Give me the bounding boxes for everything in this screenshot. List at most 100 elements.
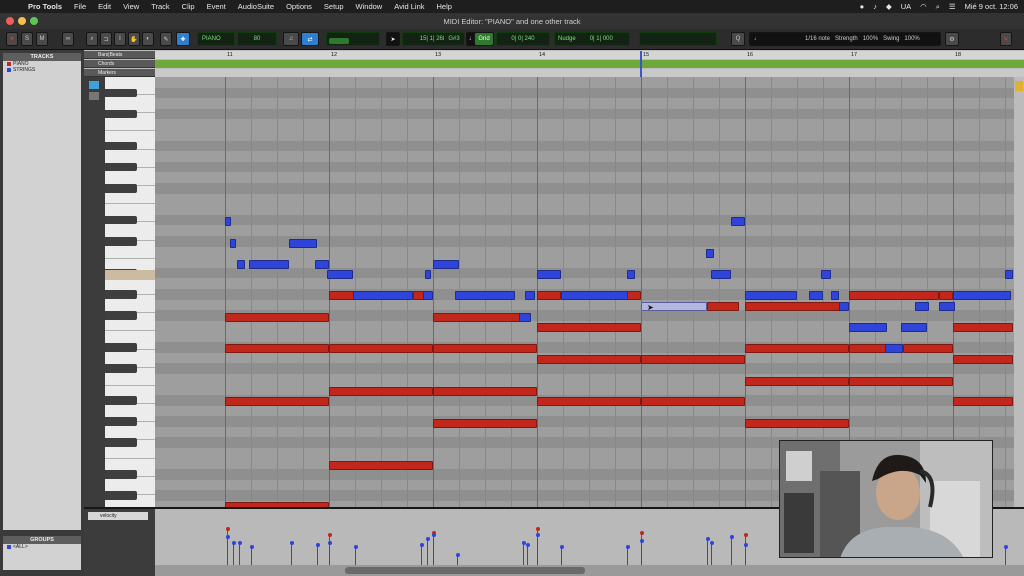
piano-black-key[interactable] [105,141,137,151]
piano-midi-note[interactable] [745,344,849,353]
piano-midi-note[interactable] [745,377,849,386]
strings-midi-note[interactable] [237,260,245,269]
menu-track[interactable]: Track [145,2,175,11]
piano-midi-note[interactable] [849,291,939,300]
velocity-stem[interactable] [433,535,434,565]
piano-black-key[interactable] [105,470,137,479]
velocity-stem[interactable] [707,539,708,565]
strings-midi-note[interactable] [433,260,459,269]
horizontal-scrollbar[interactable] [155,565,1024,576]
group-row-all[interactable]: <ALL> [3,544,81,550]
bars-beats-ruler[interactable]: 11 12 13 14 15 16 17 18 [155,51,1024,59]
velocity-stem[interactable] [227,537,228,565]
velocity-stem[interactable] [561,547,562,565]
piano-midi-note[interactable] [537,355,641,364]
velocity-stem[interactable] [745,545,746,565]
strings-midi-note[interactable] [885,344,903,353]
piano-midi-note[interactable] [707,302,739,311]
velocity-stem[interactable] [317,545,318,565]
pencil-tool-icon[interactable]: ✎ [160,32,172,46]
grabber-tool-icon[interactable]: ✋ [128,32,140,46]
piano-midi-note[interactable] [953,397,1013,406]
piano-black-key[interactable] [105,290,137,299]
velocity-handle[interactable] [431,533,436,537]
quantize-icon[interactable]: Q [731,32,745,46]
piano-midi-note[interactable] [641,355,745,364]
piano-keyboard[interactable] [105,77,155,507]
mute-button[interactable]: M [36,32,48,46]
strings-midi-note[interactable] [455,291,515,300]
velocity-stem[interactable] [427,539,428,565]
menu-clip[interactable]: Clip [176,2,201,11]
velocity-handle[interactable] [535,533,540,537]
piano-midi-note[interactable] [537,323,641,332]
piano-black-key[interactable] [105,215,137,225]
strings-midi-note[interactable] [315,260,329,269]
record-icon[interactable]: ● [860,2,865,11]
velocity-handle[interactable] [1003,545,1008,549]
control-center-icon[interactable]: ☰ [949,2,956,11]
velocity-handle[interactable] [535,527,540,531]
search-icon[interactable]: ⌕ [936,2,940,12]
strings-midi-note[interactable] [353,291,413,300]
velocity-handle[interactable] [729,535,734,539]
piano-midi-note[interactable] [329,291,355,300]
velocity-handle[interactable] [249,545,254,549]
wifi-icon[interactable]: ◠ [920,2,927,11]
pointer-icon[interactable]: ➤ [386,32,400,46]
velocity-stem[interactable] [731,537,732,565]
piano-midi-note[interactable] [433,313,523,322]
strings-midi-note[interactable] [627,270,635,279]
velocity-handle[interactable] [639,539,644,543]
menu-window[interactable]: Window [350,2,389,11]
velocity-handle[interactable] [315,543,320,547]
velocity-handle[interactable] [705,537,710,541]
piano-black-key[interactable] [105,438,137,447]
piano-black-key[interactable] [105,184,137,193]
record-enable-button[interactable]: ● [6,32,18,46]
piano-midi-note[interactable] [953,323,1013,332]
piano-midi-note[interactable] [225,397,329,406]
strings-midi-note[interactable] [289,239,317,248]
music-note-icon[interactable]: ♪ [873,2,877,11]
velocity-stem[interactable] [527,545,528,565]
piano-midi-note[interactable] [745,302,845,311]
velocity-stem[interactable] [1005,547,1006,565]
strings-midi-note[interactable] [849,323,887,332]
strings-midi-note[interactable] [225,217,231,226]
ruler-label-bars-beats[interactable]: Bars|Beats [84,51,155,59]
velocity-handle[interactable] [425,537,430,541]
strings-midi-note[interactable] [1005,270,1013,279]
piano-midi-note[interactable] [745,419,849,428]
velocity-handle[interactable] [231,541,236,545]
piano-midi-note[interactable] [433,419,537,428]
mirror-icon[interactable]: ⇄ [301,32,319,46]
velocity-handle[interactable] [237,541,242,545]
velocity-color-icon[interactable] [89,92,99,100]
velocity-lane-selector[interactable]: velocity [88,512,148,520]
grid-button[interactable]: Grid [474,32,494,46]
piano-midi-note[interactable] [537,397,641,406]
close-editor-icon[interactable]: ✕ [1000,32,1012,46]
nudge-panel[interactable]: Nudge 0| 1| 000 [554,32,630,46]
velocity-handle[interactable] [639,531,644,535]
piano-black-key[interactable] [105,162,137,172]
piano-midi-note[interactable] [329,461,433,470]
velocity-handle[interactable] [525,543,530,547]
menu-avid-link[interactable]: Avid Link [388,2,430,11]
velocity-stem[interactable] [355,547,356,565]
ruler-label-chords[interactable]: Chords [84,60,155,68]
strings-midi-note[interactable] [425,270,431,279]
track-selector[interactable]: PIANO [197,32,235,46]
menu-audiosuite[interactable]: AudioSuite [232,2,280,11]
piano-midi-note[interactable] [849,377,953,386]
track-marker-strip[interactable] [639,32,717,46]
velocity-handle[interactable] [743,543,748,547]
strings-midi-note[interactable] [423,291,433,300]
menu-help[interactable]: Help [431,2,458,11]
piano-midi-note[interactable] [849,344,889,353]
strings-midi-note[interactable] [745,291,797,300]
menu-app-name[interactable]: Pro Tools [22,2,68,11]
piano-black-key[interactable] [105,109,137,119]
note-color-icon[interactable] [89,81,99,89]
